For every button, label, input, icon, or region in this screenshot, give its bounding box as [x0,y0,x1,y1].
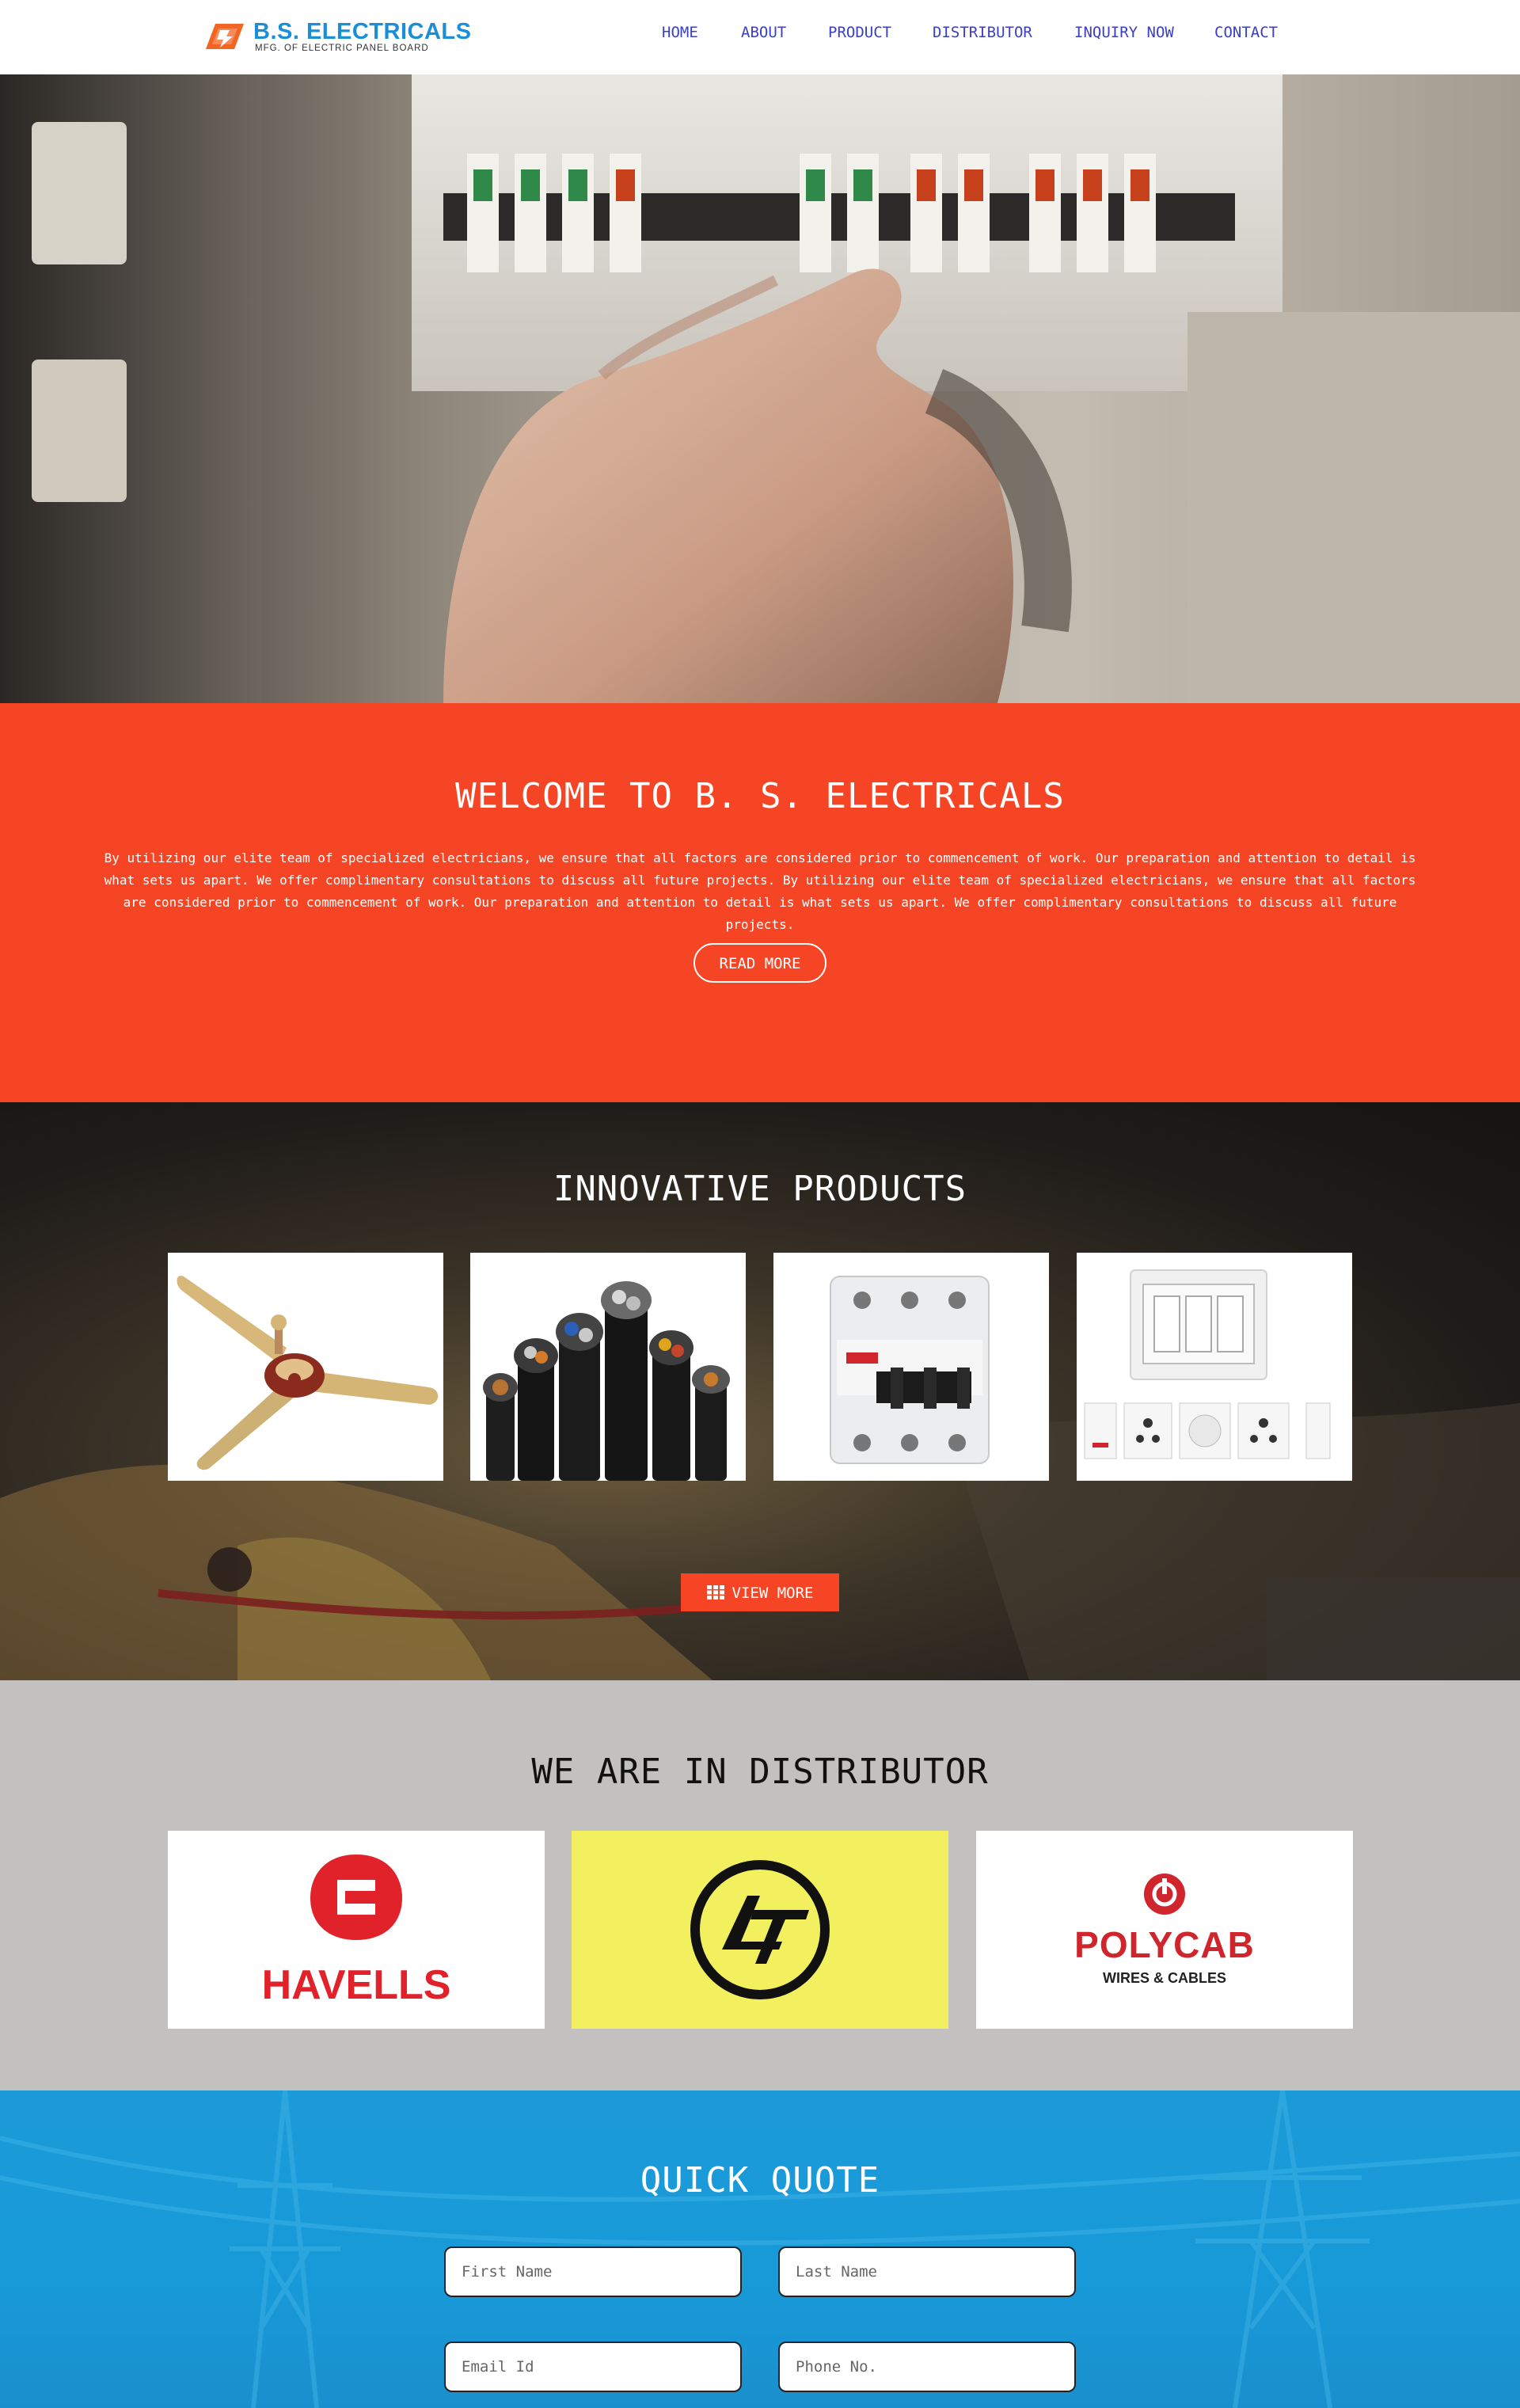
svg-text:HAVELLS: HAVELLS [262,1962,451,2008]
lt-logo [690,1860,830,1999]
brand-card-lt[interactable] [572,1831,948,2029]
view-more-button[interactable]: VIEW MORE [681,1573,839,1611]
logo-subtitle: MFG. OF ELECTRIC PANEL BOARD [255,43,429,53]
nav-distributor[interactable]: DISTRIBUTOR [933,24,1032,41]
products-title: INNOVATIVE PRODUCTS [553,1169,967,1209]
first-name-input[interactable] [444,2246,742,2297]
hero-image [0,74,1520,703]
svg-text:POLYCAB: POLYCAB [1074,1924,1255,1965]
grid-icon [706,1585,724,1600]
ceiling-fan-image [177,1276,439,1470]
welcome-section: WELCOME TO B. S. ELECTRICALS By utilizin… [0,703,1520,1102]
site-logo[interactable]: B.S. ELECTRICALS MFG. OF ELECTRIC PANEL … [203,16,471,57]
quick-quote-section: QUICK QUOTE [0,2090,1520,2408]
havells-logo: HAVELLS [262,1855,451,2008]
products-section: INNOVATIVE PRODUCTS VIEW MORE [0,1102,1520,1680]
product-card-cables[interactable] [470,1253,746,1481]
nav-about[interactable]: ABOUT [741,24,786,41]
product-card-fan[interactable] [168,1253,443,1481]
armoured-cables-image [483,1281,730,1481]
distributor-title: WE ARE IN DISTRIBUTOR [531,1752,989,1792]
distributor-section: WE ARE IN DISTRIBUTOR HAVELLS POLYCAB WI… [0,1680,1520,2090]
welcome-body: By utilizing our elite team of specializ… [104,850,1416,932]
welcome-title: WELCOME TO B. S. ELECTRICALS [455,776,1065,816]
quick-quote-title: QUICK QUOTE [640,2160,880,2201]
mcb-breaker-image [830,1276,990,1464]
phone-input[interactable] [778,2341,1076,2392]
last-name-input[interactable] [778,2246,1076,2297]
product-card-mcb[interactable] [773,1253,1049,1481]
svg-text:WIRES & CABLES: WIRES & CABLES [1103,1970,1226,1986]
brand-card-polycab[interactable]: POLYCAB WIRES & CABLES [976,1831,1353,2029]
modular-switches-image [1084,1269,1331,1459]
nav-product[interactable]: PRODUCT [828,24,891,41]
nav-contact[interactable]: CONTACT [1214,24,1278,41]
power-tower-background [0,2090,1520,2408]
hero-banner [0,74,1520,703]
logo-mark-icon [206,24,244,49]
nav-inquiry-now[interactable]: INQUIRY NOW [1074,24,1174,41]
site-header: B.S. ELECTRICALS MFG. OF ELECTRIC PANEL … [0,0,1520,74]
brand-card-havells[interactable]: HAVELLS [168,1831,545,2029]
read-more-button[interactable]: READ MORE [694,943,826,983]
product-card-switches[interactable] [1077,1253,1352,1481]
logo-title: B.S. ELECTRICALS [253,18,472,44]
view-more-label: VIEW MORE [732,1584,814,1602]
polycab-logo: POLYCAB WIRES & CABLES [1074,1862,1255,1997]
nav-home[interactable]: HOME [662,24,698,41]
email-input[interactable] [444,2341,742,2392]
